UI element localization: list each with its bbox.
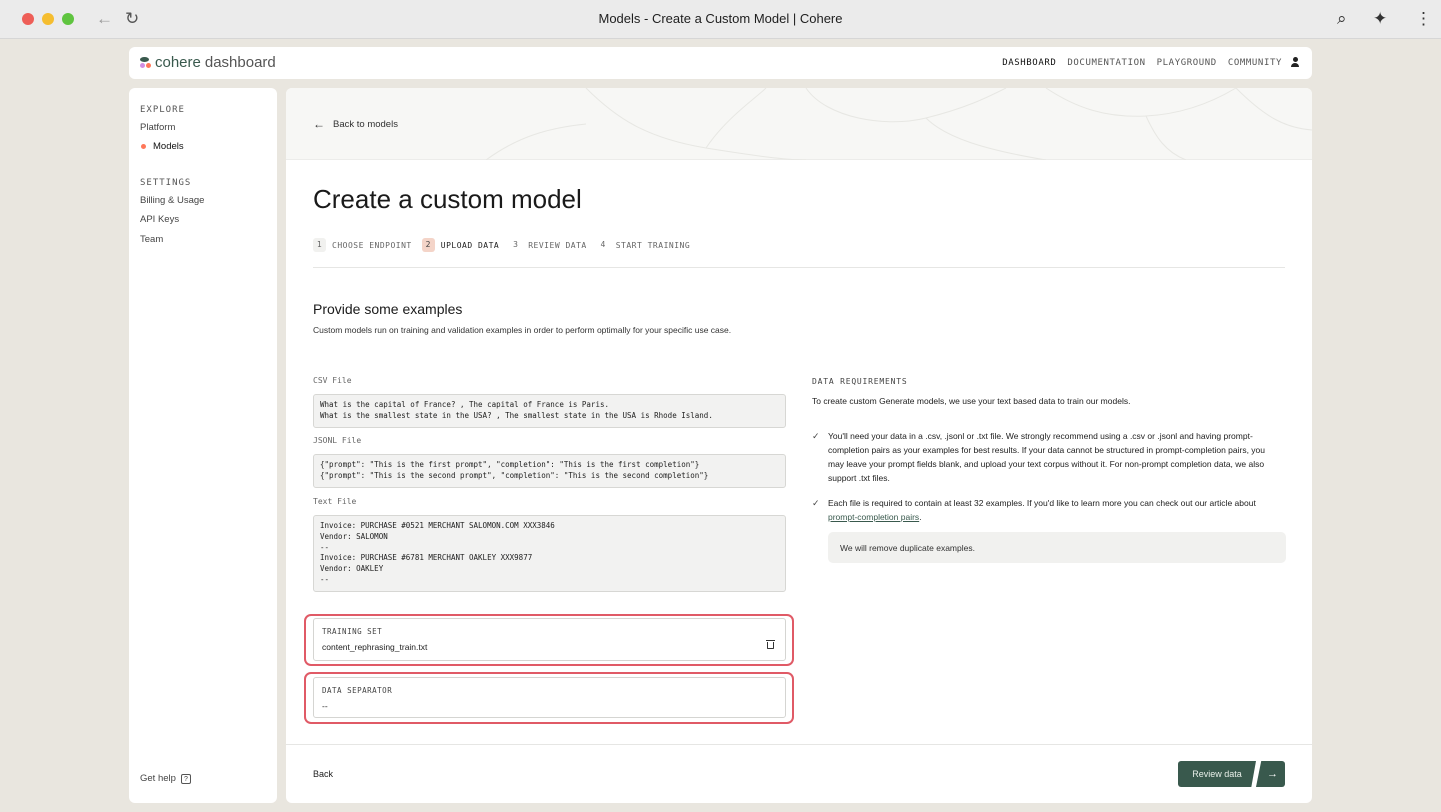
step-number: 3	[513, 240, 519, 249]
step-number: 1	[313, 238, 326, 252]
step-review-data[interactable]: 3 REVIEW DATA	[509, 238, 586, 252]
data-separator-label: DATA SEPARATOR	[322, 686, 393, 695]
section-subtitle: Custom models run on training and valida…	[313, 325, 732, 335]
page-title: Create a custom model	[313, 184, 582, 214]
active-dot-icon	[141, 144, 146, 149]
panel-header: ← Back to models	[286, 88, 1312, 160]
sidebar-item-api-keys[interactable]: API Keys	[140, 214, 179, 225]
duplicates-note: We will remove duplicate examples.	[828, 532, 1286, 563]
step-label: REVIEW DATA	[528, 240, 587, 250]
get-help-label: Get help	[140, 773, 176, 784]
jsonl-example-label: JSONL File	[313, 436, 362, 445]
training-set-label: TRAINING SET	[322, 627, 383, 636]
requirement-text: You'll need your data in a .csv, .jsonl …	[828, 431, 1266, 483]
step-label: CHOOSE ENDPOINT	[332, 240, 412, 250]
nav-links: DASHBOARD DOCUMENTATION PLAYGROUND COMMU…	[1002, 58, 1282, 68]
jsonl-example-box: {"prompt": "This is the first prompt", "…	[313, 454, 786, 488]
requirement-text-suffix: .	[919, 512, 922, 522]
arrow-right-icon[interactable]: →	[1256, 761, 1285, 787]
step-start-training[interactable]: 4 START TRAINING	[597, 238, 690, 252]
sidebar-heading-explore: EXPLORE	[140, 105, 185, 115]
step-label: UPLOAD DATA	[440, 240, 500, 250]
section-title: Provide some examples	[313, 301, 463, 317]
sidebar-heading-settings: SETTINGS	[140, 178, 192, 188]
sidebar-item-models[interactable]: Models	[153, 141, 184, 152]
window-title: Models - Create a Custom Model | Cohere	[598, 11, 843, 26]
text-example-box: Invoice: PURCHASE #0521 MERCHANT SALOMON…	[313, 515, 786, 592]
requirement-item: ✓ You'll need your data in a .csv, .json…	[812, 429, 1282, 485]
sidebar-item-billing[interactable]: Billing & Usage	[140, 195, 204, 206]
extensions-icon[interactable]: ✦	[1373, 9, 1387, 29]
help-icon: ?	[180, 773, 191, 784]
back-button[interactable]: Back	[313, 769, 333, 779]
zoom-icon[interactable]: ⌕	[1337, 9, 1347, 29]
nav-link-dashboard[interactable]: DASHBOARD	[1002, 58, 1056, 68]
sidebar-item-team[interactable]: Team	[140, 234, 163, 245]
back-to-models-label: Back to models	[333, 118, 398, 130]
header-pattern	[485, 88, 1312, 160]
sidebar-item-platform[interactable]: Platform	[140, 122, 175, 133]
top-navigation: cohere dashboard DASHBOARD DOCUMENTATION…	[129, 47, 1312, 79]
nav-link-documentation[interactable]: DOCUMENTATION	[1067, 58, 1145, 68]
step-upload-data[interactable]: 2 UPLOAD DATA	[421, 238, 500, 252]
back-to-models-link[interactable]: ← Back to models	[313, 117, 398, 131]
requirement-item: ✓ Each file is required to contain at le…	[812, 496, 1282, 524]
nav-link-community[interactable]: COMMUNITY	[1228, 58, 1282, 68]
cohere-logo[interactable]: cohere dashboard	[140, 54, 276, 71]
requirements-heading: DATA REQUIREMENTS	[812, 377, 908, 386]
trash-icon[interactable]	[766, 639, 775, 649]
step-number: 4	[600, 240, 606, 249]
cohere-logo-icon	[140, 57, 151, 68]
text-example-label: Text File	[313, 497, 357, 506]
browser-titlebar: ← ↻ Models - Create a Custom Model | Coh…	[0, 0, 1441, 39]
divider	[313, 267, 1285, 268]
data-separator-value[interactable]: --	[322, 701, 328, 711]
step-number: 2	[421, 238, 435, 252]
step-label: START TRAINING	[615, 240, 691, 250]
sidebar: EXPLORE Platform Models SETTINGS Billing…	[129, 88, 277, 803]
training-set-filename: content_rephrasing_train.txt	[322, 642, 428, 652]
user-icon[interactable]	[1290, 57, 1300, 68]
stepper: 1 CHOOSE ENDPOINT 2 UPLOAD DATA 3 REVIEW…	[313, 238, 700, 252]
main-panel: ← Back to models Create a custom model 1…	[286, 88, 1312, 803]
data-separator-field[interactable]: DATA SEPARATOR --	[313, 677, 786, 718]
training-set-field[interactable]: TRAINING SET content_rephrasing_train.tx…	[313, 618, 786, 661]
requirement-text: Each file is required to contain at leas…	[828, 496, 1282, 524]
csv-example-label: CSV File	[313, 376, 352, 385]
check-icon: ✓	[812, 498, 820, 508]
csv-example-box: What is the capital of France? , The cap…	[313, 394, 786, 428]
logo-suffix: dashboard	[204, 54, 276, 71]
requirements-subtitle: To create custom Generate models, we use…	[812, 396, 1131, 406]
requirement-text-prefix: Each file is required to contain at leas…	[828, 498, 1256, 508]
prompt-completion-pairs-link[interactable]: prompt-completion pairs	[828, 512, 919, 522]
logo-word: cohere	[155, 54, 201, 71]
review-data-button[interactable]: Review data	[1178, 761, 1256, 787]
arrow-left-icon: ←	[313, 117, 325, 131]
panel-footer: Back Review data →	[286, 744, 1312, 803]
step-choose-endpoint[interactable]: 1 CHOOSE ENDPOINT	[313, 238, 412, 252]
more-menu-icon[interactable]: ⋮	[1415, 9, 1432, 29]
nav-link-playground[interactable]: PLAYGROUND	[1157, 58, 1217, 68]
get-help-link[interactable]: Get help ?	[140, 773, 191, 784]
check-icon: ✓	[812, 431, 820, 441]
